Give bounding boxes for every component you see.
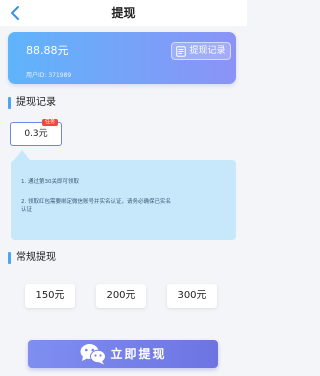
rule-item: 1. 通过第30关即可领取 [21,179,79,185]
balance-card: 88.88元 用户ID: 371989 提现记录 [8,32,236,84]
withdraw-now-button[interactable]: 立即提现 [28,340,218,368]
section-accent-bar [8,97,11,109]
amount-option-300[interactable]: 300元 [167,284,217,308]
balance-amount: 88.88元 [26,44,69,57]
wechat-icon [79,343,107,365]
regular-section-header: 常规提现 [8,250,56,266]
withdraw-record-label: 提现记录 [189,46,226,56]
record-item[interactable]: 0.3元 任务 [10,119,62,146]
user-id: 用户ID: 371989 [26,72,72,79]
amount-option-200[interactable]: 200元 [96,284,146,308]
task-badge: 任务 [42,119,59,126]
withdraw-record-button[interactable]: 提现记录 [171,42,231,60]
page-title: 提现 [111,6,136,20]
section-accent-bar [8,252,11,264]
header: 提现 [0,0,247,26]
regular-section-title: 常规提现 [16,252,56,263]
amount-option-150[interactable]: 150元 [25,284,75,308]
withdraw-now-label: 立即提现 [110,347,167,361]
rule-item: 2. 领取红包需要绑定微信账号并实名认证，请务必确保已实名认证 [21,199,171,213]
rules-pointer [14,150,30,160]
document-icon [176,45,187,57]
record-amount: 0.3元 [24,129,48,139]
records-section-header: 提现记录 [8,95,56,111]
rules-box: 1. 通过第30关即可领取 2. 领取红包需要绑定微信账号并实名认证，请务必确保… [11,160,236,240]
records-section-title: 提现记录 [16,97,56,108]
